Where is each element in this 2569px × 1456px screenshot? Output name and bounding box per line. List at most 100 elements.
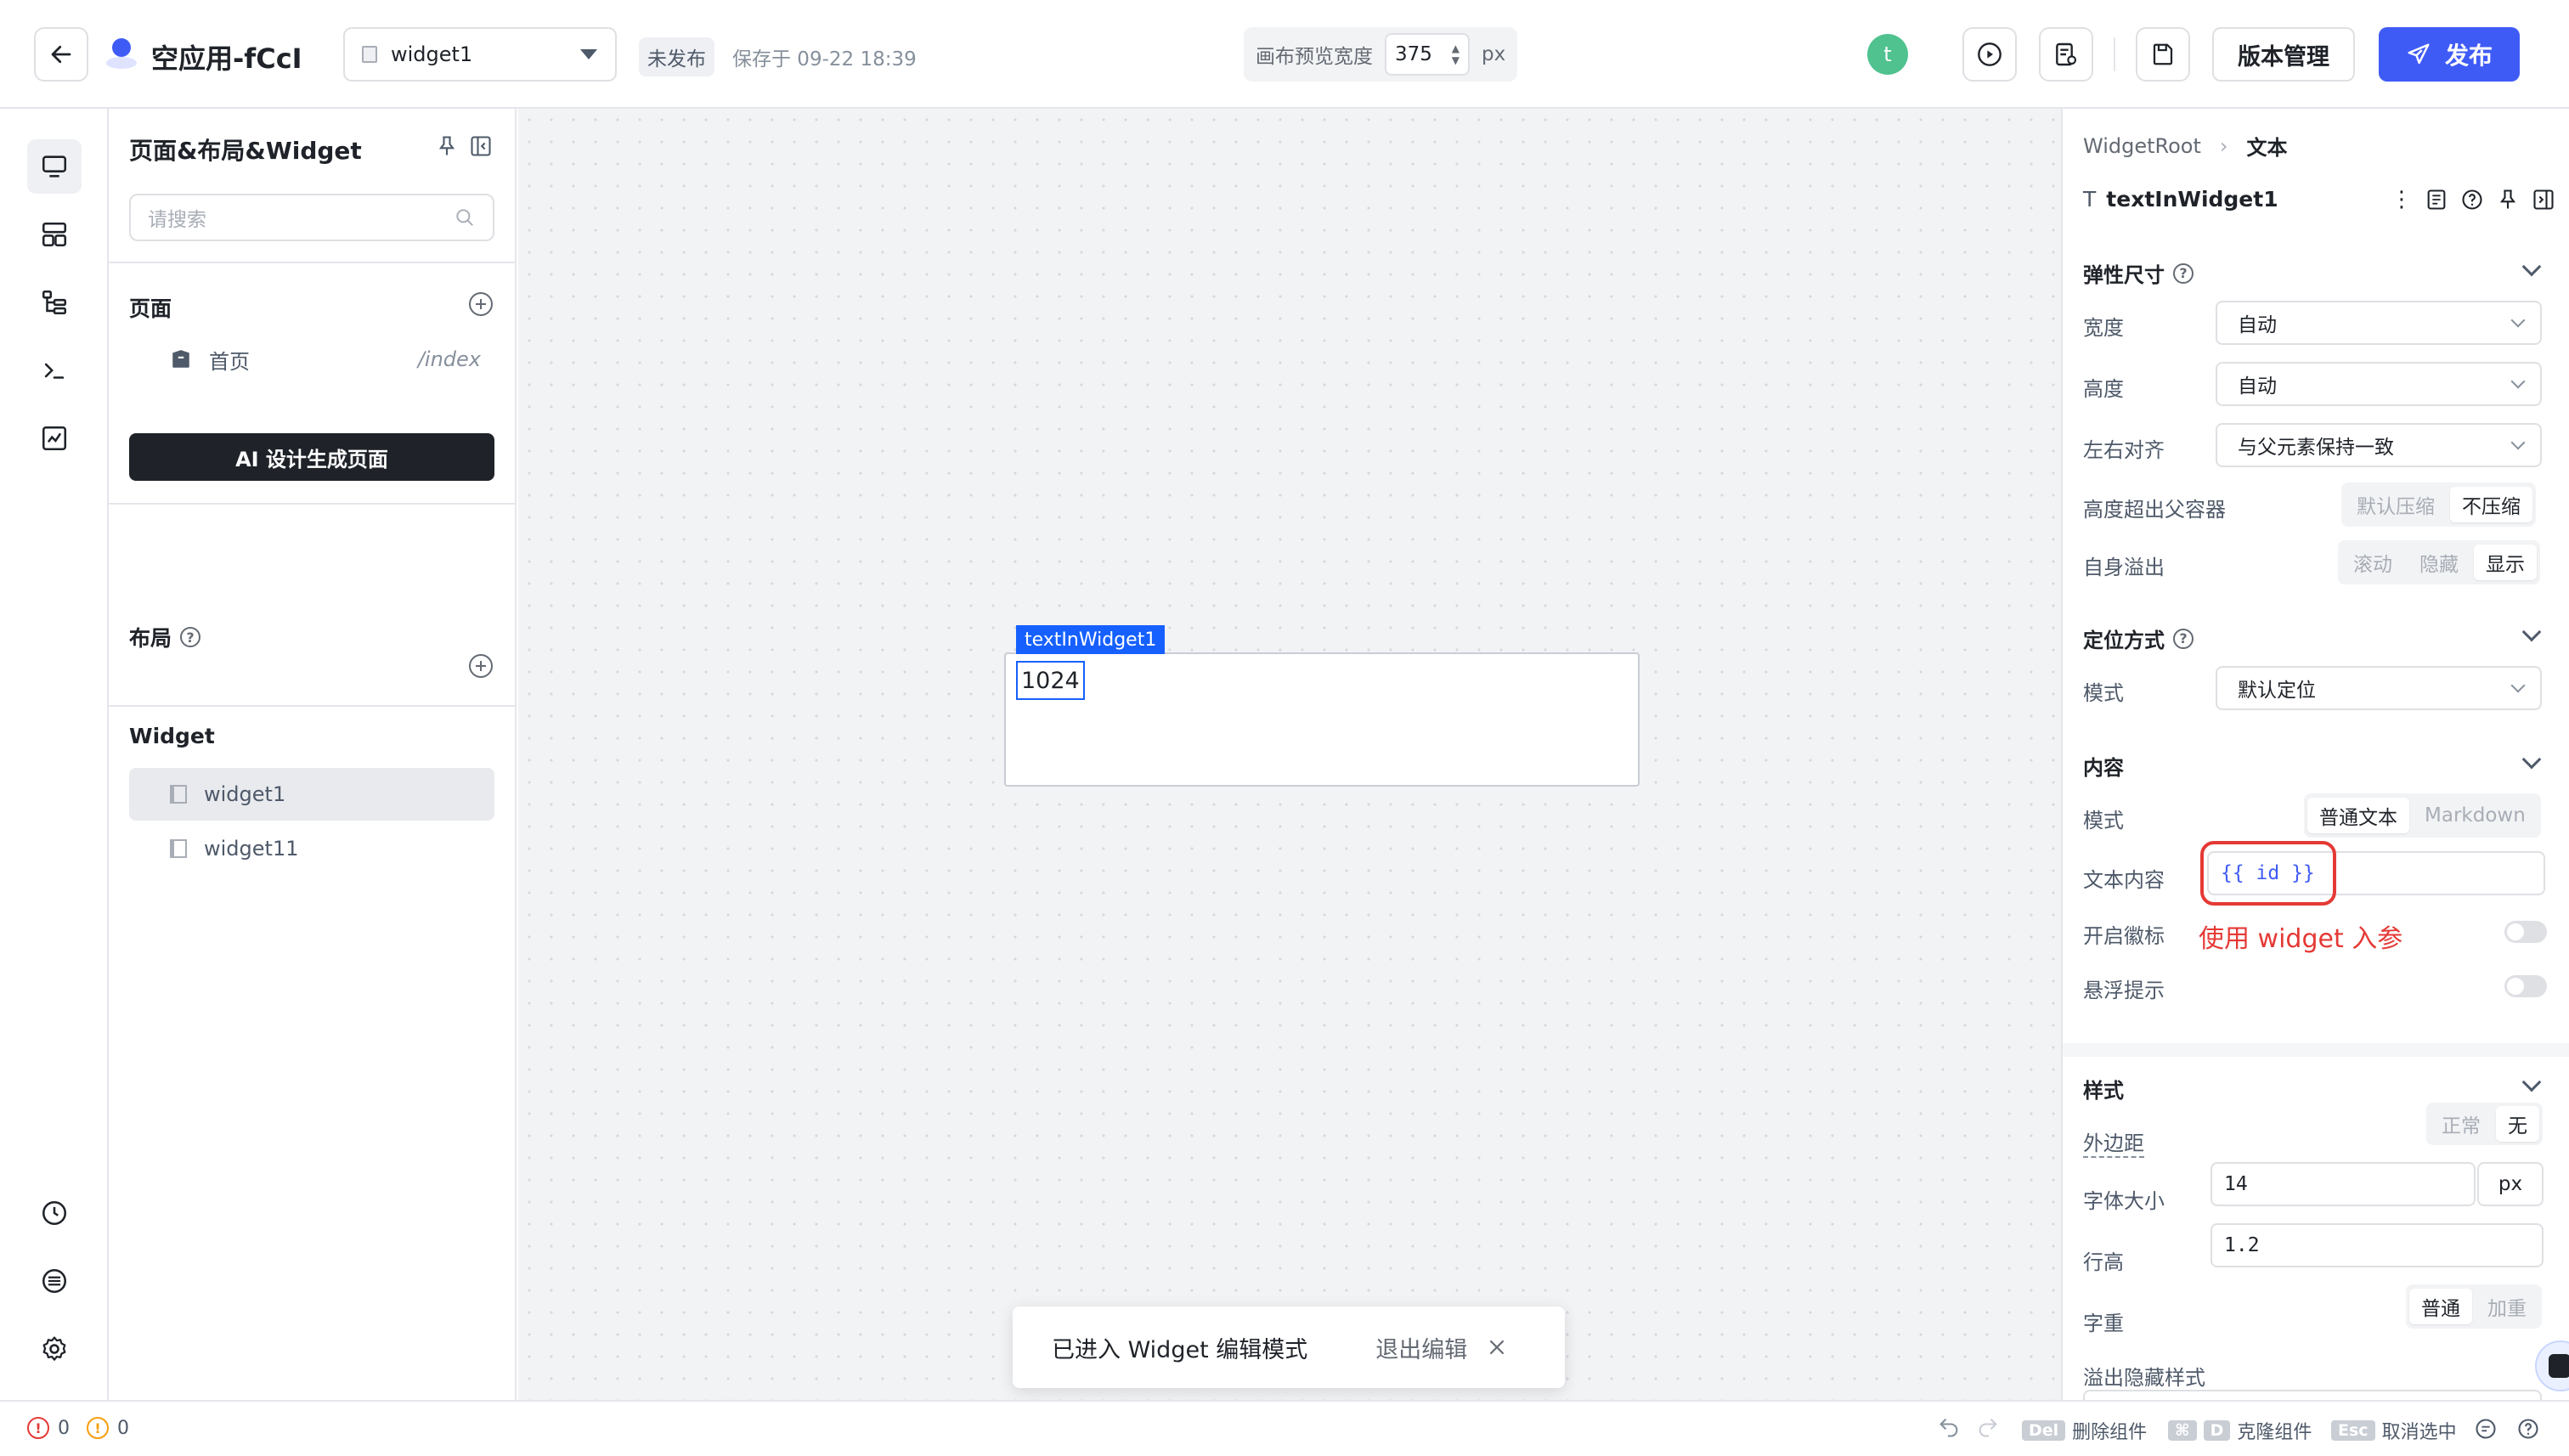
- rail-tree-button[interactable]: [27, 275, 82, 330]
- back-button[interactable]: [34, 27, 88, 82]
- rail-history-button[interactable]: [27, 1186, 82, 1240]
- canvas-width-label: 画布预览宽度: [1256, 46, 1373, 68]
- rail-code-button[interactable]: [27, 343, 82, 398]
- arrow-left-icon: [51, 45, 71, 64]
- width-select[interactable]: 自动: [2216, 301, 2542, 345]
- help-icon[interactable]: [2516, 1417, 2540, 1441]
- option-none[interactable]: 无: [2496, 1106, 2539, 1142]
- edit-mode-toast: 已进入 Widget 编辑模式 退出编辑: [1013, 1306, 1565, 1388]
- option-markdown[interactable]: Markdown: [2413, 798, 2538, 833]
- exit-edit-button[interactable]: 退出编辑: [1375, 1331, 1508, 1364]
- undo-icon[interactable]: [1937, 1415, 1961, 1439]
- collapse-panel-icon[interactable]: [469, 134, 493, 158]
- component-actions: ⋮: [2391, 187, 2555, 212]
- line-height-input[interactable]: 1.2: [2210, 1223, 2544, 1267]
- page-item-home[interactable]: 首页 /index: [170, 338, 501, 381]
- content-section-title[interactable]: 内容: [2083, 751, 2124, 781]
- warning-counter[interactable]: ! 0: [87, 1417, 129, 1439]
- comment-icon[interactable]: [2474, 1417, 2498, 1441]
- more-vertical-icon[interactable]: ⋮: [2391, 187, 2413, 212]
- rail-pages-button[interactable]: [27, 139, 82, 194]
- layout-grid-icon: [42, 222, 67, 247]
- flex-size-section-title[interactable]: 弹性尺寸 ?: [2083, 258, 2194, 288]
- rail-analytics-button[interactable]: [27, 411, 82, 466]
- badge-label: 开启徽标: [2083, 924, 2165, 948]
- publish-status-badge: 未发布: [639, 37, 714, 76]
- shortcut-deselect: Esc 取消选中: [2331, 1417, 2457, 1444]
- chevron-down-icon: [2510, 313, 2526, 328]
- pin-icon[interactable]: [435, 134, 459, 158]
- publish-button[interactable]: 发布: [2379, 27, 2521, 82]
- position-mode-select[interactable]: 默认定位: [2216, 666, 2542, 710]
- add-page-icon[interactable]: [469, 292, 493, 316]
- version-manage-button[interactable]: 版本管理: [2212, 27, 2355, 82]
- settings-doc-button[interactable]: [2039, 27, 2093, 82]
- position-section-title[interactable]: 定位方式 ?: [2083, 624, 2194, 653]
- selected-text-widget[interactable]: 1024: [1016, 661, 1085, 700]
- widget-item-widget1[interactable]: widget1: [129, 768, 494, 821]
- redo-icon[interactable]: [1976, 1415, 2000, 1439]
- app-logo-icon: [102, 34, 141, 73]
- rail-theme-button[interactable]: [27, 1254, 82, 1308]
- collapse-panel-icon[interactable]: [2532, 188, 2555, 212]
- option-hidden[interactable]: 隐藏: [2408, 545, 2470, 580]
- tooltip-toggle[interactable]: [2504, 975, 2547, 997]
- help-icon[interactable]: ?: [2173, 628, 2194, 649]
- option-plain-text[interactable]: 普通文本: [2307, 798, 2409, 833]
- help-icon[interactable]: [2460, 188, 2484, 212]
- error-counter[interactable]: ! 0: [27, 1417, 70, 1439]
- overflow-style-label: 溢出隐藏样式: [2083, 1366, 2205, 1390]
- pages-section-title: 页面: [129, 296, 172, 321]
- section-divider: [2063, 1043, 2569, 1057]
- shortcut-key: Del: [2022, 1420, 2066, 1441]
- chevron-down-icon[interactable]: [2521, 622, 2542, 642]
- help-icon[interactable]: ?: [180, 627, 201, 647]
- font-size-unit[interactable]: px: [2477, 1162, 2544, 1206]
- widget-selector[interactable]: widget1: [343, 27, 617, 82]
- option-regular[interactable]: 普通: [2409, 1289, 2472, 1324]
- canvas-width-unit: px: [1482, 43, 1506, 65]
- font-size-input[interactable]: 14: [2210, 1162, 2476, 1206]
- badge-toggle[interactable]: [2504, 921, 2547, 943]
- option-visible[interactable]: 显示: [2474, 545, 2537, 580]
- breadcrumb-root[interactable]: WidgetRoot: [2083, 134, 2201, 158]
- margin-label[interactable]: 外边距: [2083, 1126, 2144, 1158]
- rail-components-button[interactable]: [27, 207, 82, 262]
- option-normal[interactable]: 正常: [2430, 1106, 2493, 1142]
- assistant-icon: [2549, 1354, 2569, 1378]
- save-button[interactable]: [2136, 27, 2190, 82]
- page-path: /index: [417, 347, 481, 371]
- tree-structure-icon: [42, 290, 67, 315]
- stepper-icon[interactable]: ▲ ▼: [1452, 42, 1460, 66]
- preview-button[interactable]: [1962, 27, 2017, 82]
- widget-item-widget11[interactable]: widget11: [129, 822, 494, 875]
- flex-size-title: 弹性尺寸: [2083, 263, 2165, 287]
- height-select[interactable]: 自动: [2216, 362, 2542, 406]
- chevron-down-icon[interactable]: [2521, 1072, 2542, 1092]
- widget-container[interactable]: [1004, 652, 1640, 787]
- chevron-down-icon[interactable]: [2521, 749, 2542, 770]
- style-section-title[interactable]: 样式: [2083, 1074, 2124, 1103]
- option-scroll[interactable]: 滚动: [2341, 545, 2404, 580]
- canvas-width-value: 375: [1395, 43, 1432, 65]
- close-icon[interactable]: [1486, 1336, 1508, 1358]
- ai-generate-page-button[interactable]: AI 设计生成页面: [129, 433, 494, 481]
- add-layout-icon[interactable]: [469, 654, 493, 678]
- component-name[interactable]: textInWidget1: [2106, 187, 2278, 212]
- option-bold[interactable]: 加重: [2476, 1289, 2538, 1324]
- document-settings-icon: [2056, 42, 2077, 66]
- overflow-style-select[interactable]: [2083, 1390, 2542, 1400]
- search-input[interactable]: 请搜索: [129, 194, 494, 241]
- rail-settings-button[interactable]: [27, 1322, 82, 1376]
- option-default-compress[interactable]: 默认压缩: [2345, 487, 2447, 522]
- help-icon[interactable]: ?: [2173, 262, 2194, 284]
- pin-icon[interactable]: [2496, 188, 2520, 212]
- doc-icon[interactable]: [2425, 188, 2448, 212]
- shortcut-label: 删除组件: [2072, 1422, 2148, 1443]
- option-no-compress[interactable]: 不压缩: [2450, 487, 2532, 522]
- chevron-down-icon[interactable]: [2521, 257, 2542, 277]
- user-avatar[interactable]: t: [1867, 34, 1908, 75]
- align-select[interactable]: 与父元素保持一致: [2216, 423, 2542, 467]
- chevron-down-icon: [2510, 374, 2526, 389]
- canvas-width-input[interactable]: 375 ▲ ▼: [1385, 33, 1470, 76]
